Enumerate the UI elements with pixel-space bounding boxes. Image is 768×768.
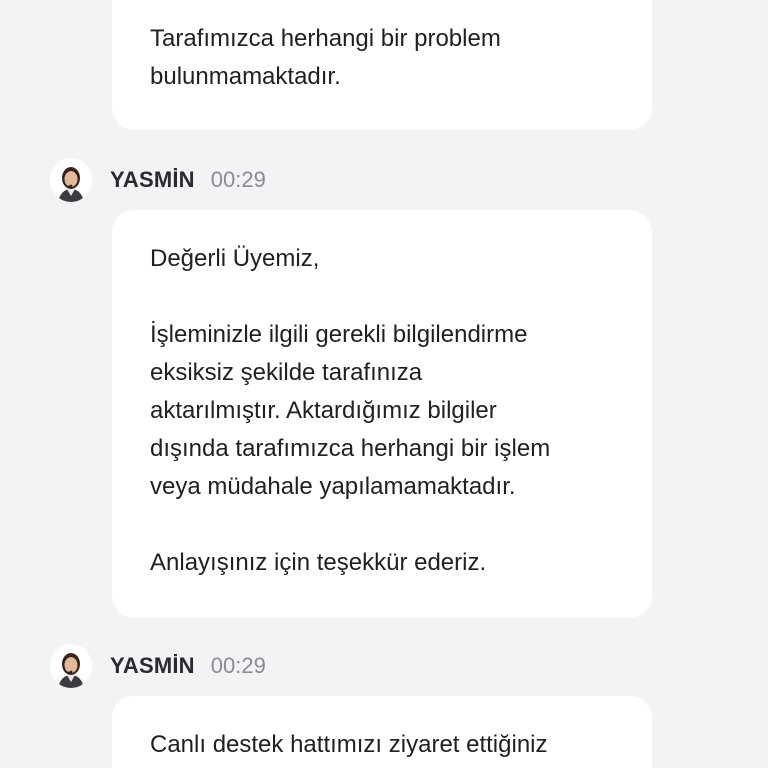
message-time: 00:29	[210, 167, 266, 192]
message-text: Canlı destek hattımızı ziyaret ettiğiniz	[150, 731, 548, 758]
sender-name: YASMİN	[110, 653, 195, 678]
chat-transcript: Tarafımızca herhangi bir problem bulunma…	[0, 0, 768, 768]
message-text: Değerli Üyemiz, İşleminizle ilgili gerek…	[150, 245, 551, 576]
sender-name: YASMİN	[110, 167, 195, 192]
message-bubble: Tarafımızca herhangi bir problem bulunma…	[112, 0, 652, 130]
message-bubble: Canlı destek hattımızı ziyaret ettiğiniz	[112, 696, 652, 768]
message-header: YASMİN 00:29	[50, 644, 266, 688]
support-agent-avatar-icon	[50, 158, 92, 202]
support-agent-avatar-icon	[50, 644, 92, 688]
message-text: Tarafımızca herhangi bir problem bulunma…	[150, 25, 501, 90]
message-bubble: Değerli Üyemiz, İşleminizle ilgili gerek…	[112, 210, 652, 618]
message-time: 00:29	[210, 653, 266, 678]
message-header: YASMİN 00:29	[50, 158, 266, 202]
